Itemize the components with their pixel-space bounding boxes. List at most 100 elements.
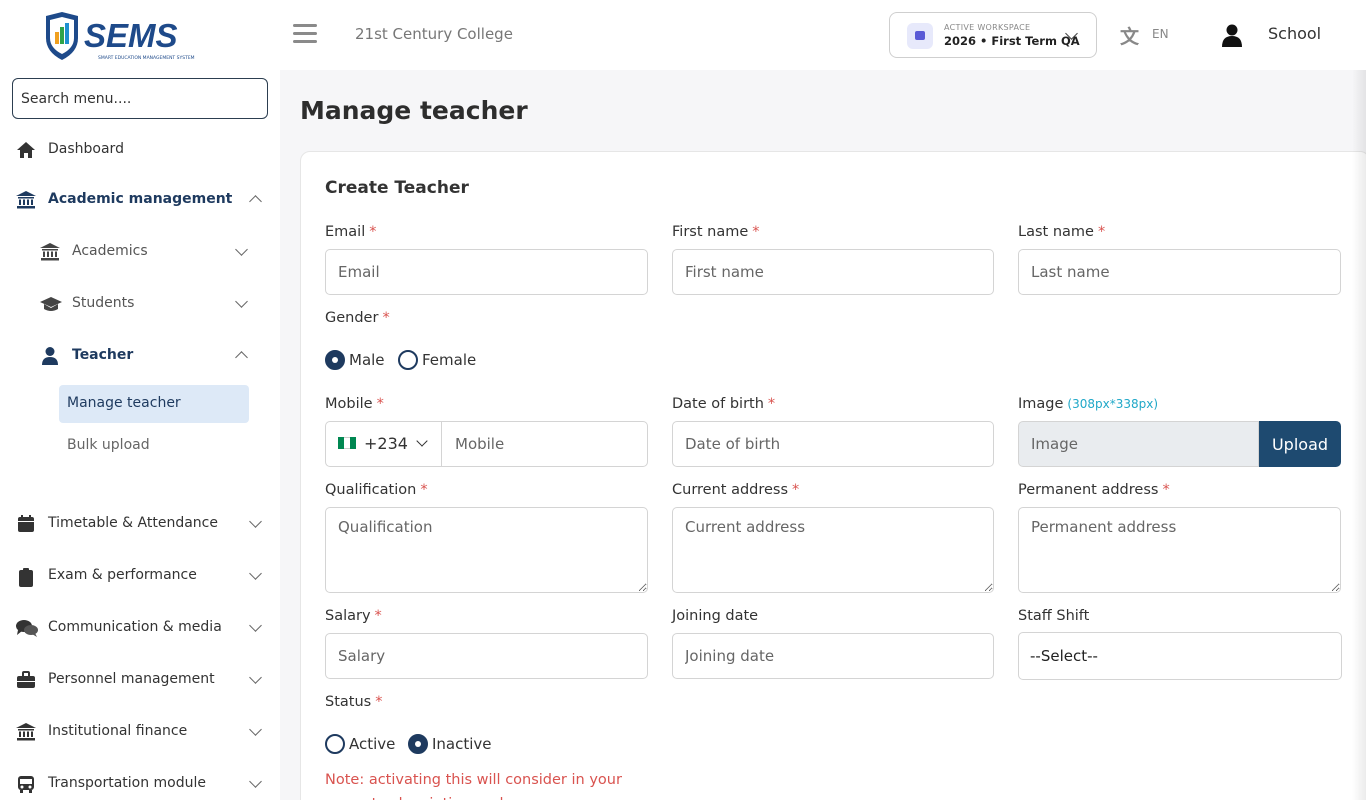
email-label: Email *	[325, 224, 377, 240]
country-code: +234	[364, 434, 408, 453]
status-active-radio[interactable]: Active	[325, 734, 395, 756]
workspace-value: 2026 • First Term QA	[944, 34, 1080, 48]
svg-text:SEMS: SEMS	[84, 17, 178, 54]
image-label: Image (308px*338px)	[1018, 396, 1159, 412]
chevron-down-icon	[249, 671, 262, 684]
sidebar-item-personnel-management[interactable]: Personnel management	[0, 662, 280, 698]
college-name: 21st Century College	[355, 25, 513, 43]
sidebar-item-label: Timetable & Attendance	[48, 515, 218, 531]
chevron-down-icon	[249, 723, 262, 736]
chevron-down-icon	[416, 435, 428, 447]
permanent-address-textarea[interactable]	[1018, 507, 1341, 593]
first-name-input[interactable]	[672, 249, 994, 295]
radio-label: Female	[422, 351, 477, 369]
radio-label: Male	[349, 351, 385, 369]
workspace-selector[interactable]: ACTIVE WORKSPACE 2026 • First Term QA	[889, 12, 1097, 58]
first-name-label: First name *	[672, 224, 760, 240]
menu-toggle-button[interactable]	[293, 24, 317, 46]
sidebar-item-institutional-finance[interactable]: Institutional finance	[0, 714, 280, 750]
page-scrollbar[interactable]	[1352, 70, 1366, 800]
sidebar-item-exam-performance[interactable]: Exam & performance	[0, 558, 280, 594]
radio-dot	[325, 734, 345, 754]
comments-icon	[16, 619, 38, 637]
radio-label: Active	[349, 735, 396, 753]
bus-icon	[16, 775, 36, 793]
sidebar-item-manage-teacher[interactable]: Manage teacher	[59, 385, 249, 423]
qualification-textarea[interactable]	[325, 507, 648, 593]
clipboard-icon	[16, 567, 36, 587]
sidebar-item-label: Transportation module	[48, 775, 207, 791]
staff-shift-label: Staff Shift	[1018, 608, 1090, 624]
svg-text:SMART EDUCATION MANAGEMENT SYS: SMART EDUCATION MANAGEMENT SYSTEM	[98, 55, 195, 61]
sidebar-item-communication-media[interactable]: Communication & media	[0, 610, 280, 646]
create-teacher-card: Create Teacher Email* First name* Last n…	[300, 151, 1366, 800]
staff-shift-select[interactable]: --Select--	[1018, 632, 1342, 680]
sidebar-item-label: Teacher	[72, 347, 134, 363]
image-input[interactable]	[1018, 421, 1259, 467]
sidebar-item-label: Exam & performance	[48, 567, 197, 583]
mobile-input[interactable]	[443, 422, 647, 466]
language-code: EN	[1152, 27, 1169, 41]
sidebar-item-label: Academic management	[48, 191, 233, 207]
radio-dot	[325, 350, 345, 370]
top-header: SEMS SMART EDUCATION MANAGEMENT SYSTEM 2…	[0, 0, 1366, 70]
translate-icon: 文	[1120, 26, 1140, 48]
sidebar-item-academics[interactable]: Academics	[0, 234, 280, 270]
institution-icon	[40, 243, 60, 261]
chevron-down-icon	[249, 567, 262, 580]
home-icon	[16, 141, 36, 159]
radio-dot	[398, 350, 418, 370]
calendar-icon	[907, 23, 933, 49]
email-input[interactable]	[325, 249, 648, 295]
nigeria-flag-icon	[338, 437, 356, 449]
gender-male-radio[interactable]: Male	[325, 350, 385, 372]
status-label: Status *	[325, 694, 383, 710]
radio-dot	[408, 734, 428, 754]
mobile-field: +234	[325, 421, 648, 467]
mobile-label: Mobile *	[325, 396, 384, 412]
chevron-down-icon	[235, 295, 248, 308]
current-address-textarea[interactable]	[672, 507, 994, 593]
chevron-down-icon	[235, 243, 248, 256]
gender-female-radio[interactable]: Female	[398, 350, 478, 372]
sems-logo[interactable]: SEMS SMART EDUCATION MANAGEMENT SYSTEM	[42, 10, 222, 62]
user-avatar-icon[interactable]	[1220, 23, 1244, 47]
sidebar-item-label: Institutional finance	[48, 723, 188, 739]
page-title: Manage teacher	[300, 96, 528, 125]
country-code-select[interactable]: +234	[326, 422, 442, 466]
sidebar-item-dashboard[interactable]: Dashboard	[0, 132, 280, 168]
sidebar-item-timetable-attendance[interactable]: Timetable & Attendance	[0, 506, 280, 542]
salary-input[interactable]	[325, 633, 648, 679]
salary-label: Salary *	[325, 608, 382, 624]
upload-button[interactable]: Upload	[1259, 421, 1341, 467]
status-inactive-radio[interactable]: Inactive	[408, 734, 493, 756]
sidebar-item-label: Dashboard	[48, 141, 124, 157]
dob-label: Date of birth *	[672, 396, 776, 412]
joining-date-input[interactable]	[672, 633, 994, 679]
sidebar-item-label: Academics	[72, 243, 148, 259]
chevron-down-icon	[249, 515, 262, 528]
current-address-label: Current address *	[672, 482, 800, 498]
permanent-address-label: Permanent address *	[1018, 482, 1170, 498]
search-menu-input[interactable]	[12, 78, 268, 119]
qualification-label: Qualification *	[325, 482, 428, 498]
sidebar-item-students[interactable]: Students	[0, 286, 280, 322]
sidebar-item-label: Manage teacher	[67, 395, 181, 411]
user-name[interactable]: School	[1268, 24, 1321, 43]
calendar-icon	[16, 515, 36, 533]
institution-icon	[16, 723, 36, 741]
graduation-cap-icon	[40, 295, 62, 313]
sidebar-item-transportation-module[interactable]: Transportation module	[0, 766, 280, 800]
chevron-up-icon	[235, 351, 248, 364]
sidebar-item-bulk-upload[interactable]: Bulk upload	[59, 427, 249, 465]
dob-input[interactable]	[672, 421, 994, 467]
subscription-note: Note: activating this will consider in y…	[325, 772, 622, 800]
institution-icon	[16, 191, 36, 209]
last-name-input[interactable]	[1018, 249, 1341, 295]
chevron-down-icon	[249, 619, 262, 632]
sidebar: Dashboard Academic management Academics …	[0, 70, 280, 800]
gender-label: Gender *	[325, 310, 390, 326]
sidebar-item-teacher[interactable]: Teacher	[0, 338, 280, 374]
card-title: Create Teacher	[325, 178, 469, 198]
sidebar-item-academic-management[interactable]: Academic management	[0, 182, 280, 218]
